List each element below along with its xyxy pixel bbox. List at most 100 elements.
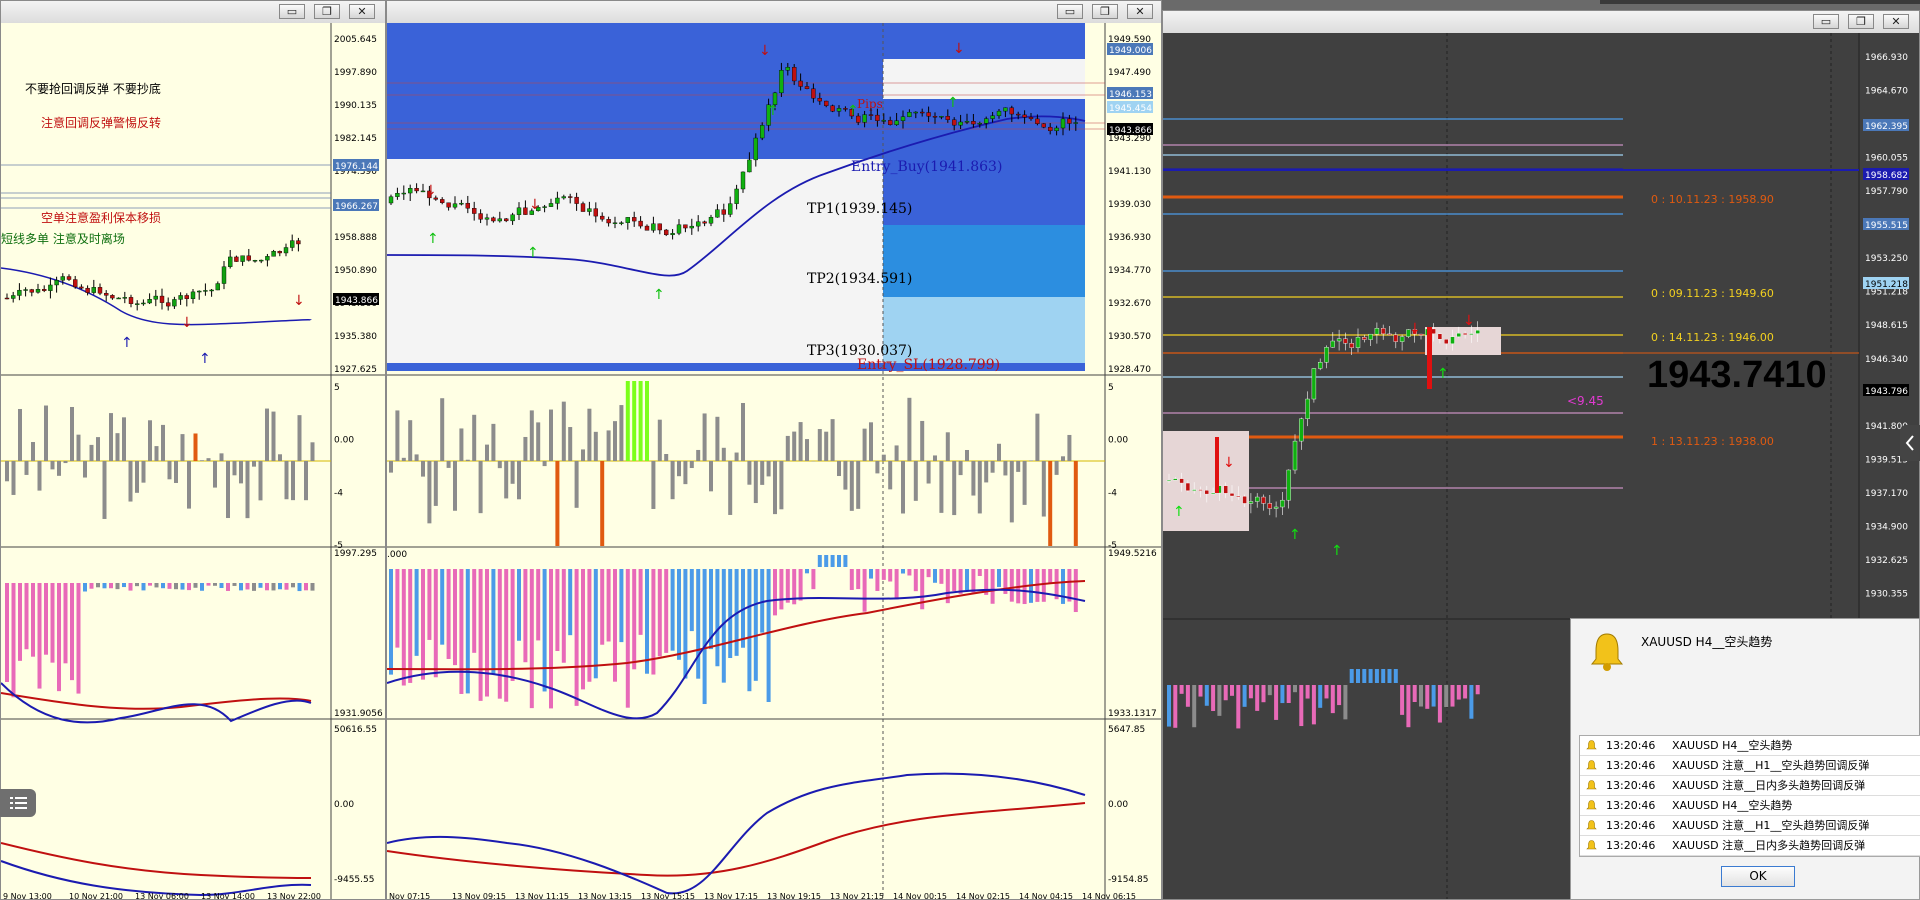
chart-area-middle[interactable]: Entry_Buy(1941.863) TP1(1939.145) TP2(1934… (387, 23, 1162, 900)
candle (103, 293, 109, 296)
osc-bar (760, 461, 765, 485)
osc-bar (862, 428, 867, 461)
macd-bar (102, 583, 107, 589)
macd-bar (200, 583, 204, 591)
candle (817, 97, 822, 102)
chart-window-left[interactable]: ▭ ❐ ✕ 不要抢回调反弹 不要抄底 注意回调反弹警惕反转 空单注意盈利保本移损 短线… (0, 0, 386, 900)
candle (388, 196, 394, 204)
candle (734, 188, 739, 204)
candle (1223, 485, 1228, 494)
candle (296, 240, 301, 245)
alert-row[interactable]: 13:20:46 XAUUSD 注意__日内多头趋势回调反弹 (1580, 776, 1920, 796)
menu-toggle-button[interactable] (0, 789, 36, 817)
osc-bar (63, 461, 68, 464)
alert-title: XAUUSD H4__空头趋势 (1641, 635, 1773, 649)
alert-message: XAUUSD H4__空头趋势 (1672, 739, 1793, 752)
macd-bar (1311, 685, 1316, 725)
candle (593, 208, 599, 217)
macd-bar (581, 569, 585, 690)
macd-bar (245, 583, 250, 590)
macd-bar (141, 583, 146, 591)
candle (209, 289, 214, 292)
macd-bar (1330, 685, 1335, 714)
macd-axis-label: 1933.1317 (1108, 709, 1157, 719)
maximize-button[interactable]: ❐ (1848, 14, 1874, 29)
macd-bar (433, 569, 438, 678)
close-button[interactable]: ✕ (1127, 4, 1153, 19)
close-button[interactable]: ✕ (1883, 14, 1909, 29)
osc-bar (446, 461, 451, 468)
window-titlebar[interactable]: ▭ ❐ ✕ (1163, 11, 1919, 34)
osc-bar (167, 461, 172, 480)
osc-bar (135, 461, 139, 493)
osc-bar (122, 417, 126, 461)
maximize-button[interactable]: ❐ (1092, 4, 1118, 19)
candle (446, 202, 451, 208)
macd-bar (990, 569, 995, 604)
osc-axis-label: -4 (1108, 488, 1117, 498)
alert-row[interactable]: 13:20:46 XAUUSD 注意__H1__空头趋势回调反弹 (1580, 756, 1920, 776)
candle (824, 100, 829, 106)
macd-bar (96, 583, 100, 588)
candle (503, 218, 509, 222)
macd-bar (1356, 669, 1360, 683)
alert-row[interactable]: 13:20:46 XAUUSD H4__空头趋势 (1580, 736, 1920, 756)
maximize-button[interactable]: ❐ (314, 4, 340, 19)
alert-row[interactable]: 13:20:46 XAUUSD 注意__H1__空头趋势回调反弹 (1580, 816, 1920, 836)
macd-bar (63, 583, 68, 664)
candle (1016, 113, 1021, 116)
window-titlebar[interactable]: ▭ ❐ ✕ (1, 1, 385, 24)
alert-row[interactable]: 13:20:46 XAUUSD H4__空头趋势 (1580, 796, 1920, 816)
chart-area-left[interactable]: 不要抢回调反弹 不要抄底注意回调反弹警惕反转空单注意盈利保本移损短线多单 注意及… (1, 23, 386, 900)
candle (471, 208, 477, 214)
macd-bar (933, 569, 937, 583)
osc-bar (741, 403, 745, 461)
close-button[interactable]: ✕ (349, 4, 375, 19)
osc-bar (529, 410, 534, 461)
price-axis-label: 1982.145 (334, 134, 377, 144)
chart-window-middle[interactable]: ▭ ❐ ✕ Entry_Buy(1941.863) TP1(1939.145) TP… (386, 0, 1162, 900)
candle (1022, 114, 1027, 118)
buy-arrow: ↑ (1173, 504, 1185, 520)
candle (580, 203, 586, 212)
osc-bar (933, 455, 937, 461)
candle (153, 295, 159, 300)
macd-bar (677, 569, 681, 660)
candle (945, 116, 950, 120)
time-axis-label: 13 Nov 09:15 (452, 892, 506, 900)
alert-dialog[interactable]: XAUUSD H4__空头趋势 13:20:46 XAUUSD H4__空头趋势 1… (1570, 618, 1920, 900)
ind-axis-label: 50616.55 (334, 725, 377, 735)
macd-bar (939, 569, 944, 584)
minimize-button[interactable]: ▭ (1813, 14, 1839, 29)
macd-bar (926, 569, 931, 578)
alert-list[interactable]: 13:20:46 XAUUSD H4__空头趋势 13:20:46 XAUUSD 注意… (1579, 735, 1920, 857)
window-titlebar[interactable]: ▭ ❐ ✕ (387, 1, 1161, 24)
time-axis-label: 13 Nov 15:15 (641, 892, 695, 900)
time-axis-label: Nov 07:15 (389, 892, 430, 900)
macd-bar (193, 583, 198, 588)
macd-bar (587, 569, 592, 682)
macd-bar (427, 569, 432, 640)
level-label-pips: Pips (857, 97, 883, 111)
sell-arrow: ↓ (759, 43, 771, 59)
candle (811, 88, 816, 99)
buy-arrow: ↑ (199, 351, 211, 367)
osc-bar (888, 461, 893, 490)
macd-bar (1299, 685, 1304, 727)
macd-bar (83, 583, 87, 592)
ok-button[interactable]: OK (1721, 866, 1795, 887)
macd-bar (830, 555, 835, 567)
candle (1035, 118, 1040, 124)
candle (1299, 418, 1304, 442)
minimize-button[interactable]: ▭ (279, 4, 305, 19)
macd-bar (11, 583, 16, 698)
osc-bar (408, 420, 413, 461)
collapse-panel-button[interactable] (1900, 425, 1920, 461)
alert-row[interactable]: 13:20:46 XAUUSD 注意__日内多头趋势回调反弹 (1580, 836, 1920, 856)
osc-bar (504, 461, 509, 499)
macd-bar (395, 569, 400, 648)
price-axis-label: 1946.340 (1865, 355, 1908, 365)
minimize-button[interactable]: ▭ (1057, 4, 1083, 19)
macd-bar (446, 569, 451, 659)
candle (465, 202, 471, 209)
